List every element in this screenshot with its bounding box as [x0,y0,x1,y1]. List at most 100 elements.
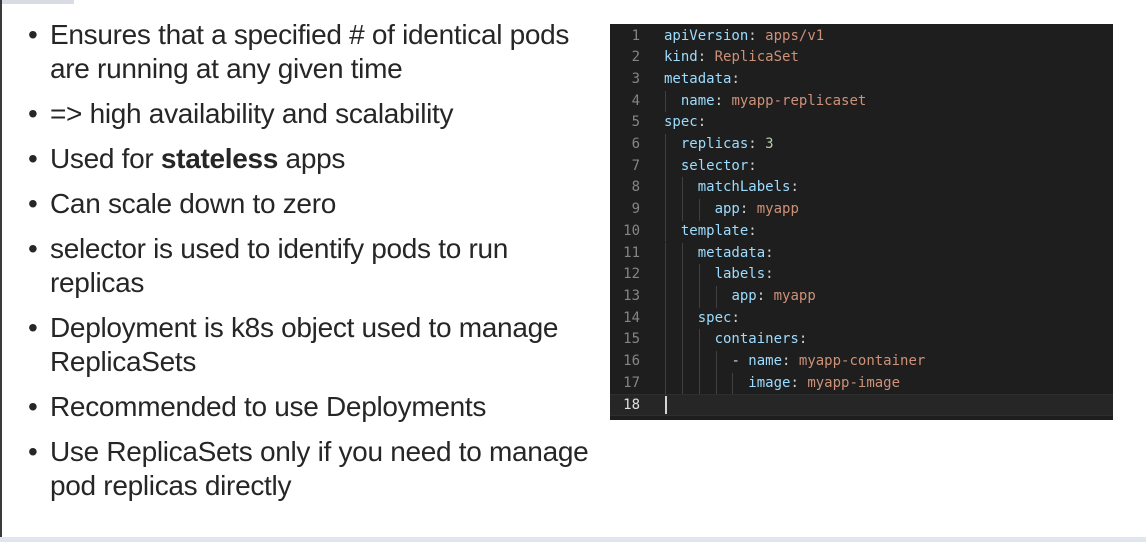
indent-guide [665,220,666,243]
indent-guide [715,285,717,308]
line-number: 16 [623,353,640,369]
indent-guide [698,351,700,373]
code-line[interactable]: 5 spec: [610,112,1113,134]
yaml-colon: : [697,49,707,66]
yaml-key: containers [714,331,799,348]
indent-guide [665,307,666,330]
bullet-item: • Ensures that a specified # of identical… [28,18,598,86]
indent-guide [698,199,700,221]
yaml-key: selector [680,157,749,174]
code-line[interactable]: 2 kind: ReplicaSet [610,47,1113,69]
yaml-colon: : [782,353,791,369]
code-line[interactable]: 3 metadata: [610,69,1113,91]
bullet-dot: • [28,233,38,264]
indent-guide [665,134,666,156]
indent-guide [715,372,717,395]
indent-guide [665,264,666,286]
yaml-value: myapp-replicaset [731,92,867,109]
line-number: 17 [623,374,640,391]
indent-guide [698,285,700,308]
yaml-value: myapp [756,201,799,218]
bullet-text: Used for [50,143,161,174]
indent-guide [681,177,683,200]
code-text: name: myapp-replicaset [681,91,866,113]
line-number: 8 [631,179,640,196]
indent-guide [681,242,683,265]
yaml-value: ReplicaSet [714,49,799,66]
bullet-item: • Deployment is k8s object used to manage… [28,311,598,379]
indent-guide [681,285,683,308]
indent-guide [681,372,683,395]
code-text: apiVersion: apps/v1 [664,26,824,48]
code-text: - name: myapp-container [731,351,925,373]
code-line[interactable]: 14 spec: [610,307,1113,330]
yaml-key: spec [664,114,698,131]
indent-guide [665,372,666,395]
code-line[interactable]: 1 apiVersion: apps/v1 [610,26,1113,48]
yaml-colon: : [798,331,808,348]
code-text: app: myapp [731,286,815,308]
code-editor[interactable]: 1 apiVersion: apps/v1 2 kind: ReplicaSet 3 me… [610,24,1113,420]
indent-guide [698,264,700,286]
yaml-dash: - [731,353,749,369]
code-text: spec: [698,308,740,330]
code-line[interactable]: 4 name: myapp-replicaset [610,90,1113,113]
yaml-key: app [714,201,740,218]
code-line[interactable]: 10 template: [610,220,1113,243]
yaml-key: image [748,374,791,391]
line-number: 11 [623,244,640,261]
indent-guide [665,155,666,178]
yaml-key: spec [697,309,732,326]
code-line[interactable]: 13 app: myapp [610,285,1113,308]
code-text: template: [681,221,757,243]
code-text: matchLabels: [698,177,799,199]
code-line[interactable]: 7 selector: [610,155,1113,178]
yaml-key: template [680,222,749,239]
code-line[interactable]: 6 replicas: 3 [610,134,1113,156]
bullet-text: Deployment is k8s object used to manage … [50,312,559,377]
text-cursor [665,396,667,415]
bullet-item: • Use ReplicaSets only if you need to man… [28,435,598,503]
code-line[interactable]: 18 [610,394,1113,417]
indent-guide [698,372,700,395]
yaml-colon: : [697,114,707,131]
slide: • Ensures that a specified # of identical… [0,0,1146,542]
bullet-dot: • [28,19,38,50]
code-text: replicas: 3 [681,134,774,156]
bullet-text: apps [278,143,346,174]
yaml-key: labels [714,266,766,283]
bullet-item: • Can scale down to zero [28,187,598,221]
code-line[interactable]: 17 image: myapp-image [610,372,1113,395]
code-line[interactable]: 9 app: myapp [610,199,1113,221]
indent-guide [681,307,683,330]
bullet-item: • selector is used to identify pods to ru… [28,232,598,300]
yaml-colon: : [714,92,724,109]
indent-guide [665,285,666,308]
bullet-dot: • [28,188,38,219]
indent-guide [665,351,666,373]
indent-guide [665,199,666,221]
indent-guide [665,329,666,351]
bullet-list: • Ensures that a specified # of identical… [28,18,598,514]
bullet-text: => high availability and scalability [50,98,454,129]
yaml-value: 3 [765,136,774,152]
yaml-value: myapp-container [798,353,926,369]
top-strip [2,0,74,4]
indent-guide [715,351,717,373]
code-line[interactable]: 8 matchLabels: [610,177,1113,200]
code-line[interactable]: 15 containers: [610,329,1113,351]
yaml-value: myapp [773,287,816,304]
line-number: 5 [631,114,640,131]
yaml-colon: : [790,374,799,391]
line-number: 9 [631,201,640,218]
bottom-border [0,537,1146,542]
yaml-colon: : [790,179,799,196]
yaml-key: replicas [680,136,749,152]
code-text: spec: [664,112,706,134]
line-number: 4 [631,92,640,109]
yaml-colon: : [756,287,766,304]
code-line[interactable]: 12 labels: [610,264,1113,286]
code-line[interactable]: 11 metadata: [610,242,1113,265]
code-line[interactable]: 16 - name: myapp-container [610,351,1113,373]
code-text: labels: [715,264,774,286]
